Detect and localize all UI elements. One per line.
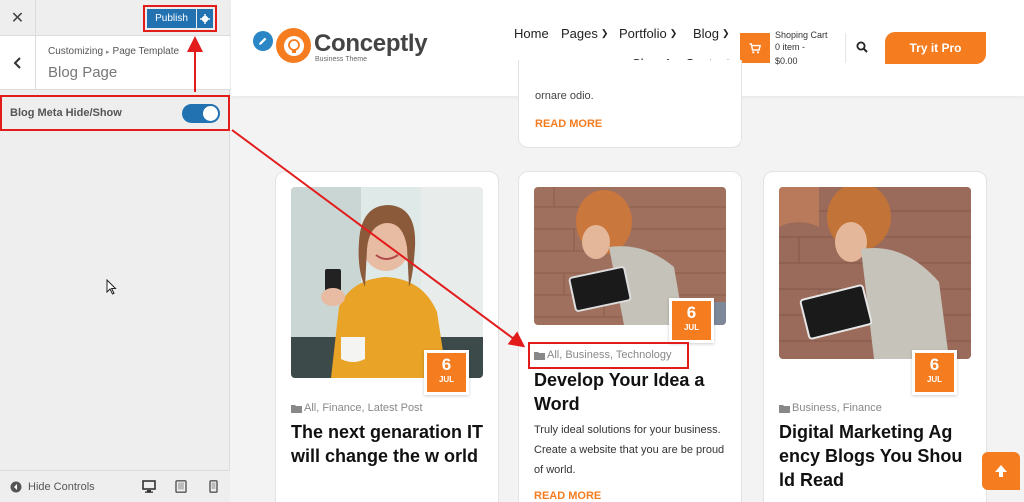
panel-header: Customizing ▸ Page Template Blog Page	[0, 36, 230, 90]
blog-meta-toggle[interactable]	[182, 104, 220, 123]
post-month: JUL	[926, 375, 943, 384]
read-more-link[interactable]: READ MORE	[534, 490, 601, 502]
search-icon	[856, 41, 868, 53]
mobile-icon	[208, 479, 218, 493]
hide-controls-label: Hide Controls	[28, 481, 95, 493]
meta-highlight-box	[528, 342, 689, 369]
breadcrumb-root: Customizing	[48, 46, 104, 57]
shopping-cart-icon	[749, 42, 761, 53]
preview-desktop-button[interactable]	[142, 479, 156, 493]
folder-icon	[291, 404, 302, 413]
breadcrumb-parent: Page Template	[112, 46, 180, 57]
tablet-icon	[175, 479, 187, 493]
preview-tablet-button[interactable]	[174, 479, 188, 493]
toggle-knob	[203, 106, 218, 121]
preview-mobile-button[interactable]	[206, 479, 220, 493]
post-categories[interactable]: All, Finance, Latest Post	[304, 402, 423, 414]
arrow-up-icon	[995, 465, 1007, 477]
lightbulb-icon	[283, 35, 304, 56]
search-button[interactable]	[856, 40, 868, 58]
read-more-link[interactable]: READ MORE	[535, 118, 602, 130]
woman-tablet-image	[779, 187, 971, 359]
post-meta: Business, Finance	[779, 402, 882, 414]
logo-mark[interactable]	[276, 28, 311, 63]
nav-blog[interactable]: Blog ❯	[693, 26, 730, 41]
scroll-to-top-button[interactable]	[982, 452, 1020, 490]
previous-post-excerpt: ornare odio.	[535, 90, 594, 102]
publish-button[interactable]: Publish	[147, 9, 196, 28]
try-pro-button[interactable]: Try it Pro	[885, 32, 986, 64]
post-meta: All, Finance, Latest Post	[291, 402, 423, 414]
publish-highlight: Publish	[143, 5, 217, 32]
desktop-icon	[142, 479, 156, 493]
post-day: 6	[441, 355, 452, 374]
customizer-topbar: ✕ Publish	[0, 0, 230, 36]
chevron-down-icon: ❯	[669, 28, 678, 38]
post-day: 6	[686, 303, 697, 322]
post-date-badge: 6 JUL	[912, 350, 957, 395]
close-icon: ✕	[10, 10, 25, 27]
post-title[interactable]: The next genaration IT will change the w…	[291, 420, 487, 468]
cart-total: $0.00	[775, 56, 798, 66]
breadcrumb-separator-icon: ▸	[106, 49, 110, 56]
previous-post-card: ornare odio. READ MORE	[518, 60, 742, 148]
header-divider	[845, 33, 846, 63]
post-excerpt: Truly ideal solutions for your business.…	[534, 424, 725, 476]
breadcrumb: Customizing ▸ Page Template	[48, 46, 179, 57]
nav-home[interactable]: Home	[514, 26, 549, 41]
folder-icon	[779, 404, 790, 413]
cart-items-count: 0 item -	[775, 42, 806, 52]
post-month: JUL	[438, 375, 455, 384]
nav-pages[interactable]: Pages ❯	[561, 26, 608, 41]
nav-home-label: Home	[514, 26, 549, 41]
nav-portfolio[interactable]: Portfolio ❯	[619, 26, 677, 41]
chevron-down-icon: ❯	[600, 28, 609, 38]
post-card: 6 JUL Business, Finance Digital Marketin…	[763, 171, 987, 502]
blog-meta-control: Blog Meta Hide/Show	[0, 95, 230, 131]
gear-icon	[200, 13, 210, 24]
panel-title: Blog Page	[48, 64, 118, 81]
post-card: 6 JUL All, Finance, Latest Post The next…	[275, 171, 499, 502]
post-day: 6	[929, 355, 940, 374]
post-month: JUL	[683, 323, 700, 332]
customizer-footer: Hide Controls	[0, 470, 230, 502]
hide-controls-button[interactable]: Hide Controls	[10, 481, 95, 493]
nav-portfolio-label: Portfolio	[619, 26, 667, 41]
site-logo-text[interactable]: Conceptly	[314, 30, 428, 58]
collapse-icon	[10, 481, 22, 493]
chevron-left-icon	[13, 57, 21, 69]
chevron-down-icon: ❯	[722, 28, 730, 38]
blog-meta-label: Blog Meta Hide/Show	[10, 107, 122, 119]
post-title[interactable]: Develop Your Idea a Word	[534, 368, 730, 416]
post-categories[interactable]: Business, Finance	[792, 402, 882, 414]
post-date-badge: 6 JUL	[424, 350, 469, 395]
nav-pages-label: Pages	[561, 26, 598, 41]
cart-button[interactable]	[740, 33, 770, 63]
close-customizer-button[interactable]: ✕	[0, 0, 36, 36]
back-button[interactable]	[0, 36, 36, 90]
post-date-badge: 6 JUL	[669, 298, 714, 343]
site-tagline: Business Theme	[315, 56, 368, 63]
pencil-icon	[259, 37, 267, 45]
customizer-sidebar: ✕ Publish Customizing ▸ Page Template Blog…	[0, 0, 230, 502]
edit-logo-button[interactable]	[253, 31, 273, 51]
nav-blog-label: Blog	[693, 26, 720, 41]
publish-settings-button[interactable]	[197, 9, 213, 28]
mouse-cursor-icon	[106, 279, 117, 295]
post-title[interactable]: Digital Marketing Ag ency Blogs You Shou…	[779, 420, 975, 492]
post-card: 6 JUL All, Business, Technology Develop …	[518, 171, 742, 502]
post-thumbnail[interactable]	[779, 187, 971, 359]
cart-title[interactable]: Shoping Cart	[775, 30, 828, 40]
